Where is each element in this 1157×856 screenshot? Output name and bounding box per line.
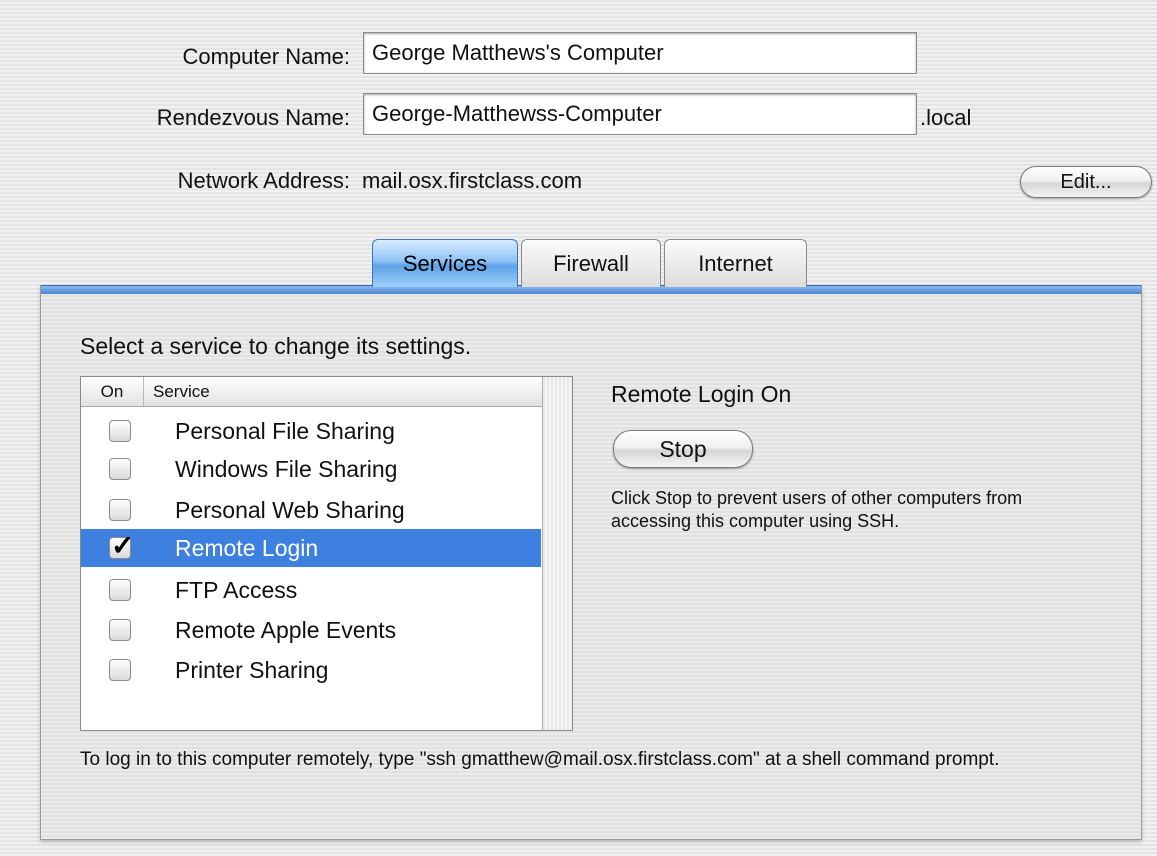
service-label: Personal Web Sharing [175,497,405,523]
service-label: FTP Access [175,577,298,603]
service-row-printer-sharing[interactable]: Printer Sharing [81,651,541,689]
list-scrollbar[interactable] [542,377,572,730]
list-header: On Service [81,377,543,407]
service-description: Click Stop to prevent users of other com… [611,488,1023,531]
service-label: Remote Apple Events [175,617,397,643]
network-address-value: mail.osx.firstclass.com [362,168,583,193]
service-checkbox[interactable] [109,499,131,521]
service-checkbox[interactable] [109,420,131,442]
column-header-on[interactable]: On [81,377,144,406]
service-row-windows-file-sharing[interactable]: Windows File Sharing [81,450,541,488]
rendezvous-name-field[interactable]: George-Matthewss-Computer [363,93,917,135]
service-checkbox[interactable] [109,619,131,641]
service-row-ftp-access[interactable]: FTP Access [81,571,541,609]
service-status-title: Remote Login On [611,381,792,407]
service-label: Personal File Sharing [175,418,395,444]
network-address-label: Network Address: [177,168,350,193]
service-checkbox[interactable] [109,659,131,681]
computer-name-field[interactable]: George Matthews's Computer [363,32,917,74]
column-header-service[interactable]: Service [153,377,210,406]
tab-services[interactable]: Services [372,239,518,287]
tab-firewall[interactable]: Firewall [521,239,661,287]
rendezvous-name-label: Rendezvous Name: [156,105,350,130]
checkmark-icon: ✓ [111,530,135,561]
service-checkbox[interactable]: ✓ [109,530,134,561]
service-row-personal-web-sharing[interactable]: Personal Web Sharing [81,491,541,529]
services-instruction: Select a service to change its settings. [80,333,472,359]
service-label: Remote Login [175,535,319,561]
service-checkbox[interactable] [109,458,131,480]
service-row-remote-apple-events[interactable]: Remote Apple Events [81,611,541,649]
service-label: Printer Sharing [175,657,329,683]
services-list[interactable]: On Service Personal File Sharing Windows… [80,376,573,731]
edit-button[interactable]: Edit... [1020,166,1152,198]
service-row-remote-login[interactable]: ✓ Remote Login [81,529,541,567]
computer-name-label: Computer Name: [182,44,350,69]
service-label: Windows File Sharing [175,456,398,482]
stop-button[interactable]: Stop [613,430,753,468]
tab-internet[interactable]: Internet [664,239,807,287]
ssh-instructions: To log in to this computer remotely, typ… [80,749,1000,770]
service-checkbox[interactable] [109,579,131,601]
service-row-personal-file-sharing[interactable]: Personal File Sharing [81,412,541,450]
rendezvous-suffix: .local [920,105,972,130]
